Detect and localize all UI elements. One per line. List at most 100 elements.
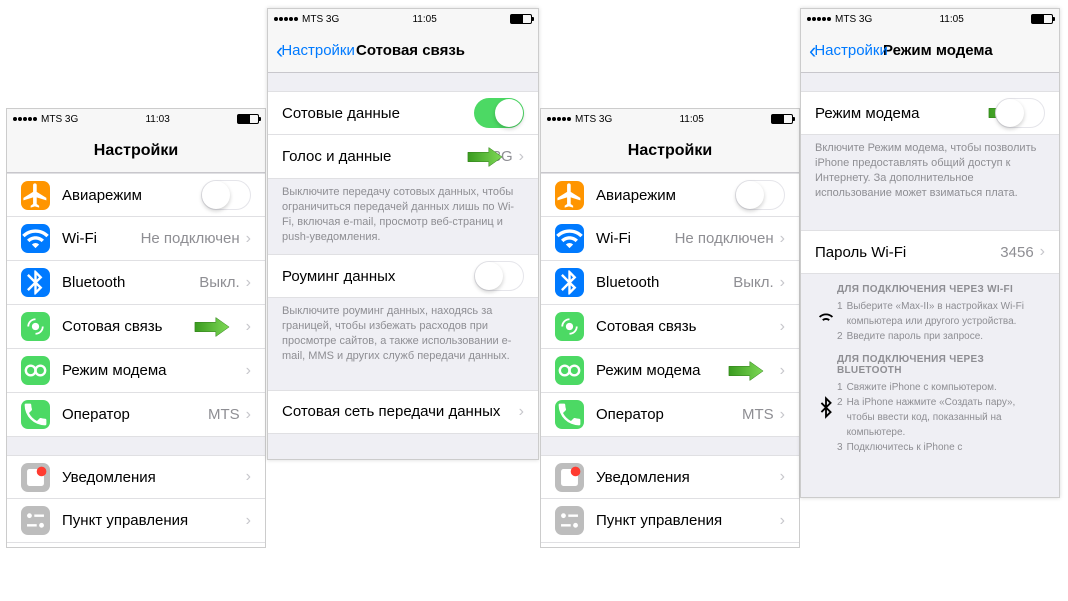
carrier-icon xyxy=(555,400,584,429)
settings-row[interactable]: Роуминг данных xyxy=(268,254,538,298)
chevron-right-icon: › xyxy=(780,362,785,380)
airplane-icon xyxy=(21,181,50,210)
chevron-right-icon: › xyxy=(246,274,251,292)
settings-row[interactable]: Не беспокоить› xyxy=(541,543,799,547)
nav-title: Сотовая связь xyxy=(356,42,465,59)
footer-text: Включите Режим модема, чтобы позволить i… xyxy=(801,135,1059,210)
bt-instructions-head: ДЛЯ ПОДКЛЮЧЕНИЯ ЧЕРЕЗ BLUETOOTH xyxy=(837,354,1045,376)
row-value: MTS xyxy=(208,406,240,423)
wifi-icon xyxy=(21,224,50,253)
settings-row[interactable]: BluetoothВыкл.› xyxy=(541,261,799,305)
settings-row[interactable]: Wi-FiНе подключен› xyxy=(541,217,799,261)
row-label: Уведомления xyxy=(62,469,246,486)
toggle[interactable] xyxy=(201,180,251,210)
toggle[interactable] xyxy=(735,180,785,210)
panel-settings-2: MTS 3G 11:05 Настройки АвиарежимWi-FiНе … xyxy=(540,108,800,548)
row-value: Не подключен xyxy=(141,230,240,247)
settings-row[interactable]: Сотовые данные xyxy=(268,91,538,135)
row-label: Режим модема xyxy=(62,362,246,379)
row-label: Пароль Wi-Fi xyxy=(815,244,1000,261)
settings-row[interactable]: Сотовая сеть передачи данных› xyxy=(268,390,538,434)
settings-row[interactable]: Голос и данные3G› xyxy=(268,135,538,179)
settings-row[interactable]: Не беспокоить› xyxy=(7,543,265,547)
settings-row[interactable]: Сотовая связь› xyxy=(541,305,799,349)
row-label: Авиарежим xyxy=(62,187,201,204)
back-button[interactable]: ‹Настройки xyxy=(276,38,355,64)
settings-row[interactable]: Пароль Wi-Fi3456› xyxy=(801,230,1059,274)
panel-settings-1: MTS 3G 11:03 Настройки АвиарежимWi-FiНе … xyxy=(6,108,266,548)
row-label: Wi-Fi xyxy=(62,230,141,247)
chevron-right-icon: › xyxy=(246,406,251,424)
settings-row[interactable]: Режим модема xyxy=(801,91,1059,135)
row-label: Авиарежим xyxy=(596,187,735,204)
row-label: Режим модема xyxy=(596,362,780,379)
instruction-step: 1Выберите «Max-II» в настройках Wi-Fi ко… xyxy=(837,299,1045,329)
status-bar: MTS 3G 11:05 xyxy=(801,9,1059,29)
chevron-right-icon: › xyxy=(246,362,251,380)
nav-title: Настройки xyxy=(94,142,178,160)
row-value: 3G xyxy=(493,148,513,165)
settings-row[interactable]: Wi-FiНе подключен › xyxy=(7,217,265,261)
instruction-step: 2На iPhone нажмите «Создать пару», чтобы… xyxy=(837,395,1045,440)
chevron-right-icon: › xyxy=(246,512,251,530)
chevron-right-icon: › xyxy=(780,468,785,486)
instruction-step: 1Свяжите iPhone с компьютером. xyxy=(837,380,1045,395)
settings-list[interactable]: АвиарежимWi-FiНе подключен›BluetoothВыкл… xyxy=(7,173,265,547)
row-label: Bluetooth xyxy=(62,274,199,291)
row-label: Роуминг данных xyxy=(282,268,474,285)
row-label: Пункт управления xyxy=(596,512,780,529)
control-icon xyxy=(555,506,584,535)
chevron-right-icon: › xyxy=(780,512,785,530)
bluetooth-icon xyxy=(815,354,837,455)
nav-bar: Настройки xyxy=(7,129,265,173)
settings-row[interactable]: Пункт управления› xyxy=(541,499,799,543)
settings-row[interactable]: Уведомления› xyxy=(7,455,265,499)
instruction-step: 2Введите пароль при запросе. xyxy=(837,329,1045,344)
settings-row[interactable]: Авиарежим xyxy=(541,173,799,217)
settings-row[interactable]: Режим модема› xyxy=(541,349,799,393)
control-icon xyxy=(21,506,50,535)
settings-row[interactable]: Сотовая связь› xyxy=(7,305,265,349)
settings-row[interactable]: BluetoothВыкл.› xyxy=(7,261,265,305)
settings-row[interactable]: Пункт управления› xyxy=(7,499,265,543)
carrier-icon xyxy=(21,400,50,429)
chevron-right-icon: › xyxy=(246,318,251,336)
chevron-right-icon: › xyxy=(246,230,251,248)
instruction-step: 3Подключитесь к iPhone с xyxy=(837,440,1045,455)
footer-text: Выключите роуминг данных, находясь за гр… xyxy=(268,298,538,373)
row-label: Оператор xyxy=(596,406,742,423)
panel-hotspot: MTS 3G 11:05 ‹Настройки Режим модема Реж… xyxy=(800,8,1060,498)
toggle[interactable] xyxy=(474,98,524,128)
settings-row[interactable]: ОператорMTS› xyxy=(541,393,799,437)
row-label: Сотовая связь xyxy=(596,318,780,335)
status-bar: MTS 3G 11:05 xyxy=(541,109,799,129)
row-label: Сотовая связь xyxy=(62,318,246,335)
row-label: Голос и данные xyxy=(282,148,493,165)
row-value: MTS xyxy=(742,406,774,423)
hotspot-icon xyxy=(555,356,584,385)
row-label: Сотовая сеть передачи данных xyxy=(282,403,519,420)
row-label: Сотовые данные xyxy=(282,105,474,122)
nav-title: Настройки xyxy=(628,142,712,160)
settings-row[interactable]: ОператорMTS› xyxy=(7,393,265,437)
toggle[interactable] xyxy=(995,98,1045,128)
chevron-right-icon: › xyxy=(519,403,524,421)
chevron-right-icon: › xyxy=(780,318,785,336)
row-label: Пункт управления xyxy=(62,512,246,529)
row-value: 3456 xyxy=(1000,244,1033,261)
back-button[interactable]: ‹Настройки xyxy=(809,38,888,64)
settings-row[interactable]: Уведомления› xyxy=(541,455,799,499)
nav-bar: Настройки xyxy=(541,129,799,173)
notif-icon xyxy=(555,463,584,492)
wifi-icon xyxy=(815,284,837,344)
settings-row[interactable]: Авиарежим xyxy=(7,173,265,217)
wifi-icon xyxy=(555,224,584,253)
bluetooth-icon xyxy=(21,268,50,297)
row-label: Wi-Fi xyxy=(596,230,675,247)
airplane-icon xyxy=(555,181,584,210)
panel-cellular: MTS 3G 11:05 ‹Настройки Сотовая связь Со… xyxy=(267,8,539,460)
status-bar: MTS 3G 11:03 xyxy=(7,109,265,129)
settings-row[interactable]: Режим модема› xyxy=(7,349,265,393)
chevron-right-icon: › xyxy=(246,468,251,486)
toggle[interactable] xyxy=(474,261,524,291)
